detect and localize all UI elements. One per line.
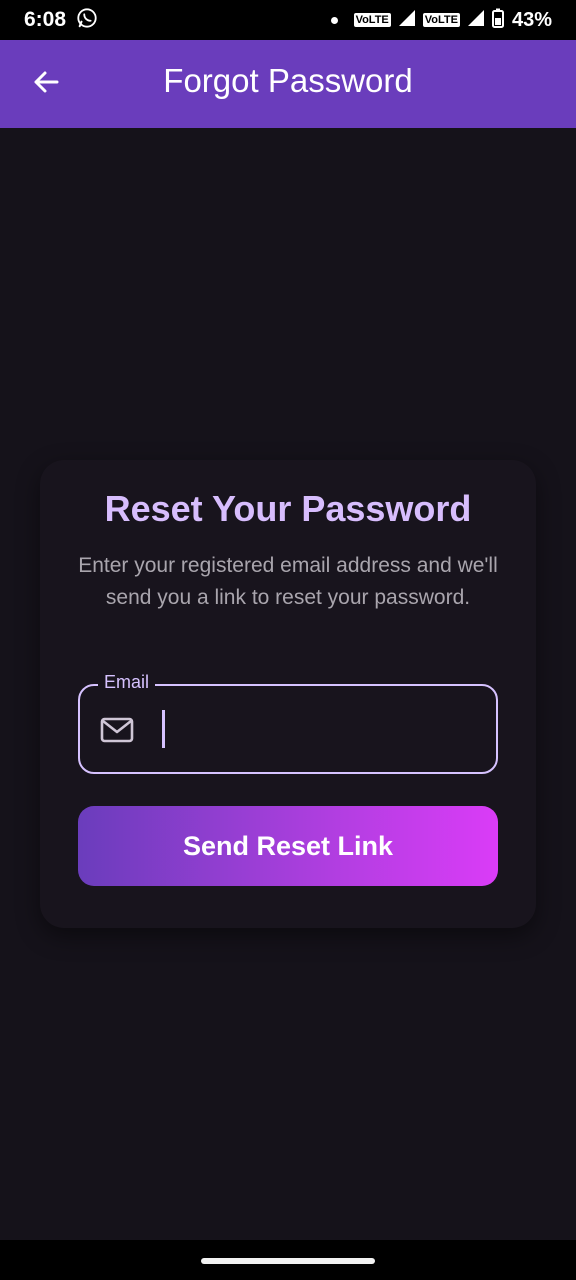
status-right: VoLTE VoLTE 43% xyxy=(330,8,552,33)
card-title: Reset Your Password xyxy=(104,488,472,529)
signal-icon xyxy=(397,8,417,33)
page-title: Forgot Password xyxy=(163,62,413,99)
battery-percent: 43% xyxy=(511,8,552,31)
mail-icon xyxy=(100,716,134,744)
email-field-label: Email xyxy=(98,672,156,693)
signal-icon xyxy=(466,8,486,33)
dot-icon xyxy=(330,16,338,24)
card-description: Enter your registered email address and … xyxy=(78,554,498,609)
reset-password-card: Reset Your Password Enter your registere… xyxy=(40,460,536,928)
email-input[interactable] xyxy=(162,710,482,750)
status-left: 6:08 xyxy=(24,7,98,34)
send-reset-link-button[interactable]: Send Reset Link xyxy=(78,806,498,886)
volte-badge-2: VoLTE xyxy=(422,13,460,27)
home-indicator[interactable] xyxy=(201,1258,375,1264)
app-bar: Forgot Password xyxy=(0,40,576,128)
email-field[interactable]: Email xyxy=(78,672,498,774)
whatsapp-icon xyxy=(76,7,98,34)
battery-icon xyxy=(491,8,504,33)
status-time: 6:08 xyxy=(24,8,67,31)
system-nav-bar xyxy=(0,1240,576,1280)
volte-badge-1: VoLTE xyxy=(353,13,391,27)
status-bar: 6:08 VoLTE VoLTE 43% xyxy=(0,0,576,40)
